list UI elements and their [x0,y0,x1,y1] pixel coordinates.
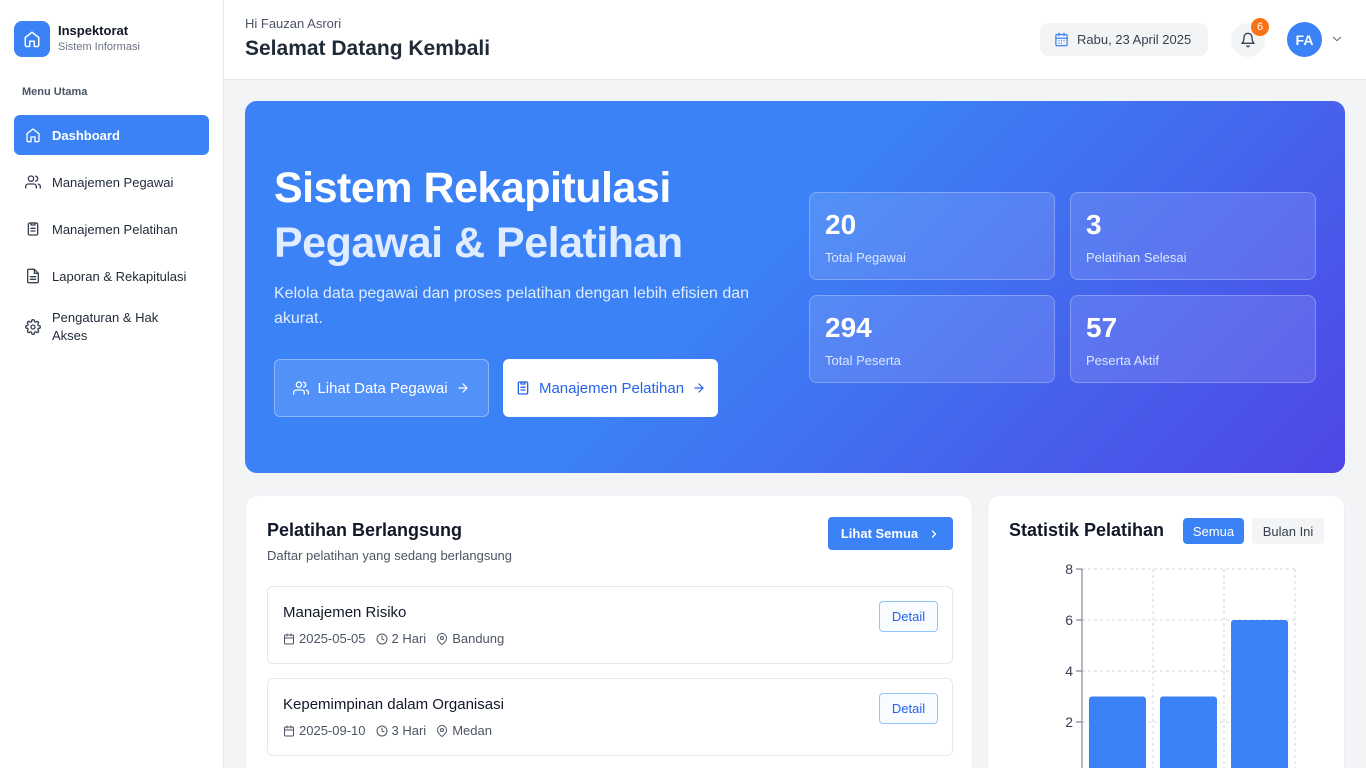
y-tick-label: 6 [1065,612,1073,628]
calendar-icon [283,633,295,645]
button-label: Lihat Data Pegawai [317,379,448,397]
stat-value: 20 [825,209,857,240]
training-meta: 2025-09-10 3 Hari Medan [283,723,502,738]
hero-title: Sistem Rekapitulasi Pegawai & Pelatihan [274,161,683,271]
sidebar-item-reports[interactable]: Laporan & Rekapitulasi [14,256,209,296]
tab-this-month[interactable]: Bulan Ini [1252,518,1324,544]
hero-title-line1: Sistem Rekapitulasi [274,164,671,212]
stat-label: Total Peserta [825,353,901,368]
brand-title: Inspektorat [58,23,129,38]
chart-bar[interactable] [1089,696,1146,768]
avatar[interactable]: FA [1287,22,1322,57]
chart-bar[interactable] [1160,696,1217,768]
sidebar-item-label: Pengaturan & Hak Akses [52,310,159,343]
training-date: 2025-09-10 [299,723,366,738]
view-employees-button[interactable]: Lihat Data Pegawai [274,359,489,417]
tab-all[interactable]: Semua [1183,518,1244,544]
sidebar-item-label: Manajemen Pelatihan [52,221,178,237]
sidebar-item-settings[interactable]: Pengaturan & Hak Akses [14,303,209,351]
date-text: Rabu, 23 April 2025 [1077,32,1192,47]
home-icon [14,21,50,57]
training-name: Manajemen Risiko [283,604,407,621]
y-tick-label: 2 [1065,714,1073,730]
calendar-icon [283,725,295,737]
sidebar-item-training[interactable]: Manajemen Pelatihan [14,209,209,249]
chevron-down-icon[interactable] [1330,32,1344,46]
card-title: Statistik Pelatihan [1009,520,1165,540]
menu-heading: Menu Utama [22,86,88,98]
chevron-right-icon [928,528,940,540]
brand[interactable]: Inspektorat Sistem Informasi [14,21,140,57]
arrow-right-icon [692,381,706,395]
hero-description: Kelola data pegawai dan proses pelatihan… [274,285,750,327]
hero-title-line2: Pegawai & Pelatihan [274,219,683,267]
top-header: Hi Fauzan Asrori Selamat Datang Kembali … [224,0,1366,80]
users-icon [293,380,310,396]
training-name: Kepemimpinan dalam Organisasi [283,696,504,713]
sidebar-item-label: Manajemen Pegawai [52,174,174,190]
date-display: Rabu, 23 April 2025 [1040,23,1208,56]
clipboard-icon [25,221,41,237]
training-bar-chart: 8 6 4 2 [1065,561,1296,768]
card-subtitle: Daftar pelatihan yang sedang berlangsung [267,548,513,563]
arrow-right-icon [456,381,470,395]
detail-button[interactable]: Detail [879,601,938,632]
clock-icon [376,725,388,737]
file-text-icon [25,268,41,284]
stat-value: 57 [1086,312,1118,343]
stat-label: Peserta Aktif [1086,353,1159,368]
gear-icon [25,319,41,335]
manage-training-button[interactable]: Manajemen Pelatihan [503,359,718,417]
list-item: Manajemen Risiko 2025-05-05 2 Hari Bandu… [267,586,953,664]
stat-completed-training: 3 Pelatihan Selesai [1070,192,1316,280]
sidebar-item-employees[interactable]: Manajemen Pegawai [14,162,209,202]
sidebar-item-label: Laporan & Rekapitulasi [52,268,187,284]
sidebar-nav: Dashboard Manajemen Pegawai Manajemen Pe… [14,115,209,358]
map-pin-icon [436,632,448,645]
training-duration: 3 Hari [391,723,427,738]
sidebar-item-dashboard[interactable]: Dashboard [14,115,209,155]
page-title: Selamat Datang Kembali [245,37,491,60]
sidebar: Inspektorat Sistem Informasi Menu Utama … [0,0,224,768]
card-title: Pelatihan Berlangsung [267,520,463,540]
clock-icon [376,633,388,645]
training-duration: 2 Hari [391,631,427,646]
stat-label: Total Pegawai [825,250,906,265]
stat-label: Pelatihan Selesai [1086,250,1187,265]
hero-banner: Sistem Rekapitulasi Pegawai & Pelatihan … [245,101,1345,473]
y-tick-label: 4 [1065,663,1073,679]
training-meta: 2025-05-05 2 Hari Bandung [283,631,514,646]
see-all-button[interactable]: Lihat Semua [828,517,953,550]
stat-value: 3 [1086,209,1102,240]
notification-badge: 6 [1251,18,1269,36]
training-statistics-card: Statistik Pelatihan Semua Bulan Ini 8 6 4 2 [987,495,1345,768]
users-icon [25,174,41,190]
list-item: Kepemimpinan dalam Organisasi 2025-09-10… [267,678,953,756]
bell-icon [1240,32,1256,48]
stat-total-employees: 20 Total Pegawai [809,192,1055,280]
ongoing-training-card: Pelatihan Berlangsung Daftar pelatihan y… [245,495,973,768]
button-label: Manajemen Pelatihan [538,379,685,397]
home-icon [25,127,41,143]
training-location: Medan [452,723,492,738]
stat-total-participants: 294 Total Peserta [809,295,1055,383]
greeting-text: Hi Fauzan Asrori [245,16,342,31]
button-label: Lihat Semua [840,526,919,541]
stat-active-participants: 57 Peserta Aktif [1070,295,1316,383]
stat-value: 294 [825,312,872,343]
calendar-icon [1054,32,1069,47]
y-tick-label: 8 [1065,561,1073,577]
chart-bar[interactable] [1231,620,1288,768]
detail-button[interactable]: Detail [879,693,938,724]
brand-subtitle: Sistem Informasi [58,41,140,53]
clipboard-icon [515,380,531,396]
training-date: 2025-05-05 [299,631,366,646]
map-pin-icon [436,724,448,737]
training-location: Bandung [452,631,505,646]
sidebar-item-label: Dashboard [52,127,120,143]
